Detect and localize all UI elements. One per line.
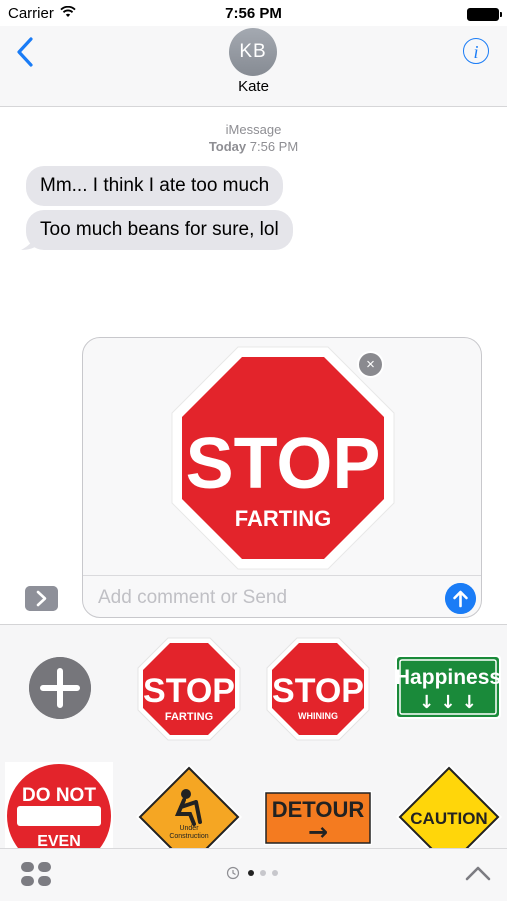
avatar[interactable]: KB <box>229 28 277 76</box>
send-arrow-icon[interactable] <box>445 583 476 614</box>
do-not-even-sticker[interactable]: DO NOT EVEN <box>5 762 113 848</box>
battery-icon <box>467 8 502 21</box>
expand-apps-chevron-icon[interactable] <box>25 586 58 611</box>
caution-sign-sticker[interactable]: CAUTION <box>394 762 504 848</box>
message-bubble[interactable]: Mm... I think I ate too much <box>26 166 284 206</box>
conversation-header: KB Kate i <box>0 26 507 107</box>
contact-name[interactable]: Kate <box>0 78 507 95</box>
bubble-tail <box>21 232 39 250</box>
page-dot[interactable] <box>272 870 278 876</box>
sticker-line2: Construction <box>169 833 208 840</box>
sticker-arrow: → <box>308 818 328 846</box>
sticker-subtitle: FARTING <box>165 711 213 723</box>
clock: 7:56 PM <box>225 5 282 22</box>
sticker-subtitle: WHINING <box>298 711 338 721</box>
message-bubble[interactable]: Too much beans for sure, lol <box>26 210 293 250</box>
detour-sign-sticker[interactable]: DETOUR → <box>263 790 373 846</box>
sticker-title: STOP <box>186 424 381 504</box>
message-timestamp: Today 7:56 PM <box>0 139 507 154</box>
page-dot[interactable] <box>260 870 266 876</box>
timestamp-day: Today <box>208 139 247 154</box>
comment-input[interactable]: Add comment or Send <box>98 587 287 609</box>
sticker-title: CAUTION <box>410 809 487 828</box>
stop-whining-sticker[interactable]: STOP WHINING <box>265 636 371 742</box>
sticker-title: DO NOT <box>22 785 96 806</box>
remove-sticker-close-icon[interactable]: × <box>357 351 384 378</box>
sticker-title: STOP <box>272 672 364 710</box>
sticker-title: STOP <box>143 672 235 710</box>
info-icon[interactable]: i <box>463 38 489 64</box>
sticker-line1: Under <box>179 825 199 832</box>
compose-divider <box>83 575 481 576</box>
timestamp-time: 7:56 PM <box>249 139 299 154</box>
add-sticker-plus-icon[interactable] <box>29 657 91 719</box>
back-chevron-icon[interactable] <box>14 36 40 68</box>
page-dot-active[interactable] <box>248 870 254 876</box>
sticker-arrows: ↓ ↓ ↓ <box>419 692 477 713</box>
stop-farting-sticker[interactable]: STOP FARTING <box>136 636 242 742</box>
app-drawer-grid-icon[interactable] <box>20 860 52 888</box>
stop-farting-sticker-preview[interactable]: STOP FARTING <box>168 343 398 573</box>
chevron-up-icon[interactable] <box>465 864 491 882</box>
service-label: iMessage <box>225 122 282 137</box>
status-bar: Carrier 7:56 PM <box>0 0 507 26</box>
happiness-sign-sticker[interactable]: Happiness ↓ ↓ ↓ <box>394 654 502 720</box>
sticker-title: Happiness <box>395 666 501 689</box>
sticker-subtitle: EVEN <box>37 833 81 848</box>
page-indicator[interactable] <box>226 866 286 880</box>
under-construction-sticker[interactable]: Under Construction <box>134 762 244 848</box>
sticker-subtitle: FARTING <box>235 506 332 531</box>
